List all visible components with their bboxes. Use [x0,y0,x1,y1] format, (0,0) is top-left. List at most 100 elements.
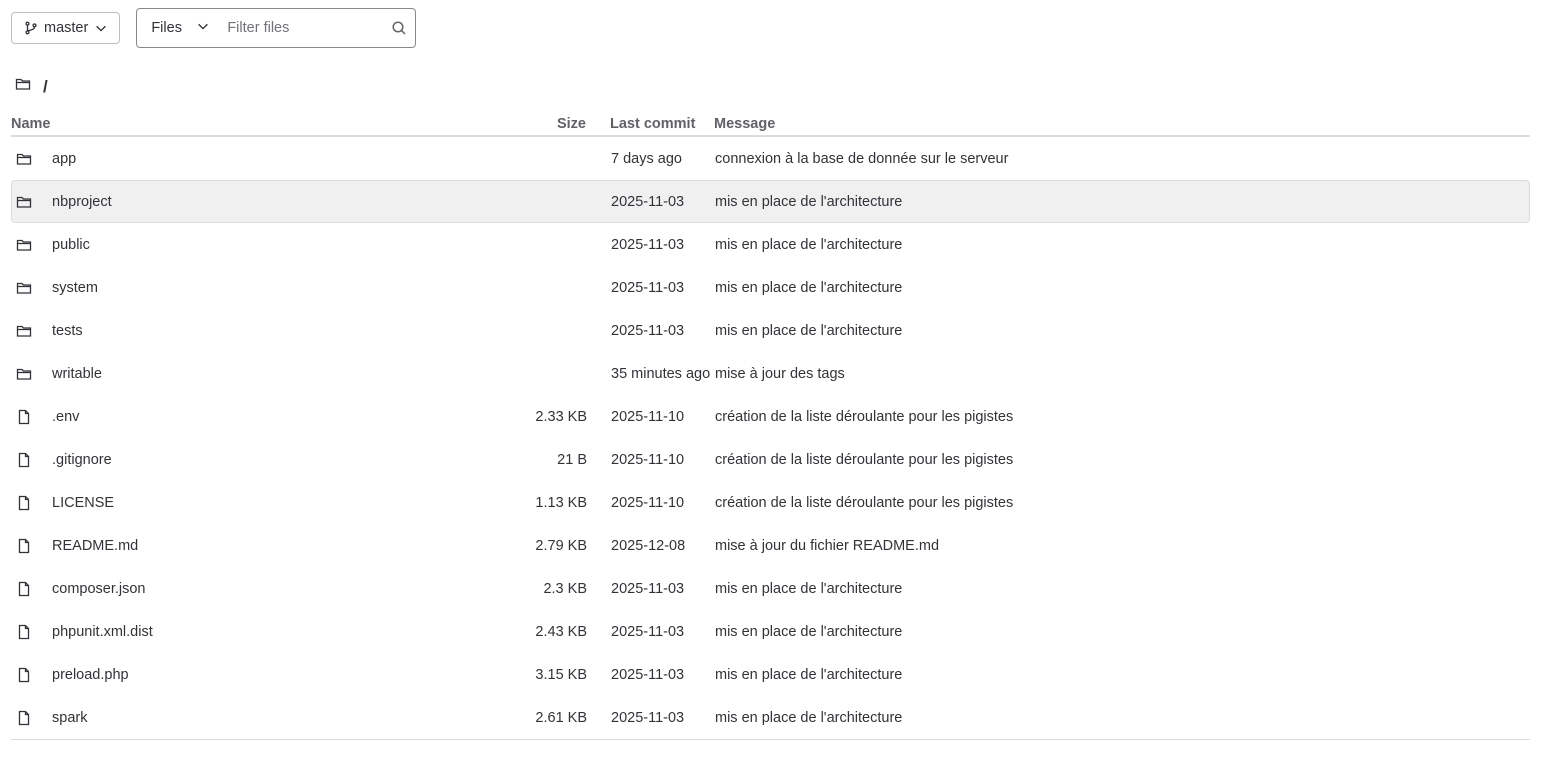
row-last-commit: 2025-11-03 [611,666,685,683]
row-commit-message[interactable]: création de la liste déroulante pour les… [715,495,1529,511]
current-path[interactable]: / [43,77,48,97]
search-icon[interactable] [387,20,415,36]
table-bottom-divider [11,739,1530,740]
row-last-commit: 2025-11-03 [611,709,685,726]
file-icon [12,581,52,597]
file-icon [12,667,52,683]
row-commit-message[interactable]: mis en place de l'architecture [715,667,1529,683]
row-name-link[interactable]: LICENSE [52,495,114,511]
table-row[interactable]: .env 2.33 KB 2025-11-10 création de la list… [11,395,1530,438]
table-row[interactable]: phpunit.xml.dist 2.43 KB 2025-11-03 mis en … [11,610,1530,653]
row-commit-message[interactable]: mise à jour du fichier README.md [715,538,1529,554]
row-size: 2.79 KB [535,537,587,554]
row-size: 2.3 KB [543,580,587,597]
row-commit-message[interactable]: mis en place de l'architecture [715,624,1529,640]
row-commit-message[interactable]: mis en place de l'architecture [715,581,1529,597]
row-name-link[interactable]: app [52,151,76,167]
row-name-cell: .env [12,409,517,425]
file-icon [12,710,52,726]
row-size: 3.15 KB [535,666,587,683]
row-last-commit: 2025-12-08 [611,537,686,554]
row-last-commit: 2025-11-03 [611,580,685,597]
table-row[interactable]: public 2025-11-03 mis en place de l'archit… [11,223,1530,266]
table-row[interactable]: README.md 2.79 KB 2025-12-08 mise à jour du… [11,524,1530,567]
header-message: Message [714,115,776,132]
row-commit-message[interactable]: mis en place de l'architecture [715,237,1529,253]
row-commit-message[interactable]: mise à jour des tags [715,366,1529,382]
row-size: 2.61 KB [535,709,587,726]
row-last-commit: 35 minutes ago [611,365,711,382]
row-commit-message[interactable]: création de la liste déroulante pour les… [715,409,1529,425]
table-row[interactable]: system 2025-11-03 mis en place de l'archit… [11,266,1530,309]
folder-icon [12,366,52,382]
filter-scope-label: Files [151,20,182,36]
row-last-commit: 2025-11-03 [611,193,685,210]
row-name-cell: tests [12,323,517,339]
row-name-link[interactable]: .gitignore [52,452,112,468]
row-name-link[interactable]: spark [52,710,87,726]
row-name-cell: spark [12,710,517,726]
table-row[interactable]: tests 2025-11-03 mis en place de l'archite… [11,309,1530,352]
filter-files-input[interactable] [227,9,388,47]
row-commit-message[interactable]: création de la liste déroulante pour les… [715,452,1529,468]
row-name-cell: phpunit.xml.dist [12,624,517,640]
row-last-commit: 2025-11-10 [611,494,685,511]
row-name-cell: README.md [12,538,517,554]
folder-icon [15,76,31,97]
file-icon [12,495,52,511]
file-icon [12,452,52,468]
row-commit-message[interactable]: mis en place de l'architecture [715,710,1529,726]
table-row[interactable]: preload.php 3.15 KB 2025-11-03 mis en place… [11,653,1530,696]
header-name: Name [11,115,51,132]
table-row[interactable]: composer.json 2.3 KB 2025-11-03 mis en plac… [11,567,1530,610]
row-last-commit: 2025-11-03 [611,279,685,296]
table-row[interactable]: writable 35 minutes ago mise à jour des ta… [11,352,1530,395]
breadcrumb: / [15,76,48,97]
row-commit-message[interactable]: mis en place de l'architecture [715,194,1529,210]
table-row[interactable]: nbproject 2025-11-03 mis en place de l'arc… [11,180,1530,223]
folder-icon [12,194,52,210]
row-name-link[interactable]: composer.json [52,581,146,597]
chevron-down-icon [94,21,108,35]
row-name-cell: composer.json [12,581,517,597]
table-row[interactable]: .gitignore 21 B 2025-11-10 création de la l… [11,438,1530,481]
row-name-link[interactable]: system [52,280,98,296]
filter-scope-dropdown[interactable]: Files [137,9,227,47]
row-commit-message[interactable]: connexion à la base de donnée sur le ser… [715,151,1529,167]
row-size: 21 B [557,451,587,468]
row-name-cell: nbproject [12,194,517,210]
row-commit-message[interactable]: mis en place de l'architecture [715,280,1529,296]
table-body: app 7 days ago connexion à la base de donn… [11,137,1530,739]
file-filter: Files [136,8,417,48]
repo-toolbar: master Files [11,8,417,48]
row-last-commit: 2025-11-10 [611,408,685,425]
row-name-link[interactable]: tests [52,323,83,339]
row-name-link[interactable]: preload.php [52,667,129,683]
row-last-commit: 2025-11-03 [611,236,685,253]
row-last-commit: 2025-11-03 [611,322,685,339]
table-row[interactable]: LICENSE 1.13 KB 2025-11-10 création de la l… [11,481,1530,524]
row-name-link[interactable]: README.md [52,538,138,554]
row-name-link[interactable]: public [52,237,90,253]
row-name-cell: .gitignore [12,452,517,468]
file-icon [12,624,52,640]
row-name-link[interactable]: .env [52,409,79,425]
row-size: 2.33 KB [535,408,587,425]
folder-icon [12,151,52,167]
table-row[interactable]: app 7 days ago connexion à la base de donn… [11,137,1530,180]
row-name-link[interactable]: phpunit.xml.dist [52,624,153,640]
row-commit-message[interactable]: mis en place de l'architecture [715,323,1529,339]
row-name-cell: LICENSE [12,495,517,511]
row-name-link[interactable]: nbproject [52,194,112,210]
row-name-link[interactable]: writable [52,366,102,382]
file-table: Name Size Last commit Message app 7 days … [11,112,1530,740]
branch-selector-button[interactable]: master [11,12,121,44]
row-size: 2.43 KB [535,623,587,640]
row-name-cell: public [12,237,517,253]
branch-name: master [44,20,89,36]
row-name-cell: app [12,151,517,167]
folder-icon [12,323,52,339]
table-row[interactable]: spark 2.61 KB 2025-11-03 mis en place de l'… [11,696,1530,739]
row-name-cell: system [12,280,517,296]
row-last-commit: 7 days ago [611,150,682,167]
